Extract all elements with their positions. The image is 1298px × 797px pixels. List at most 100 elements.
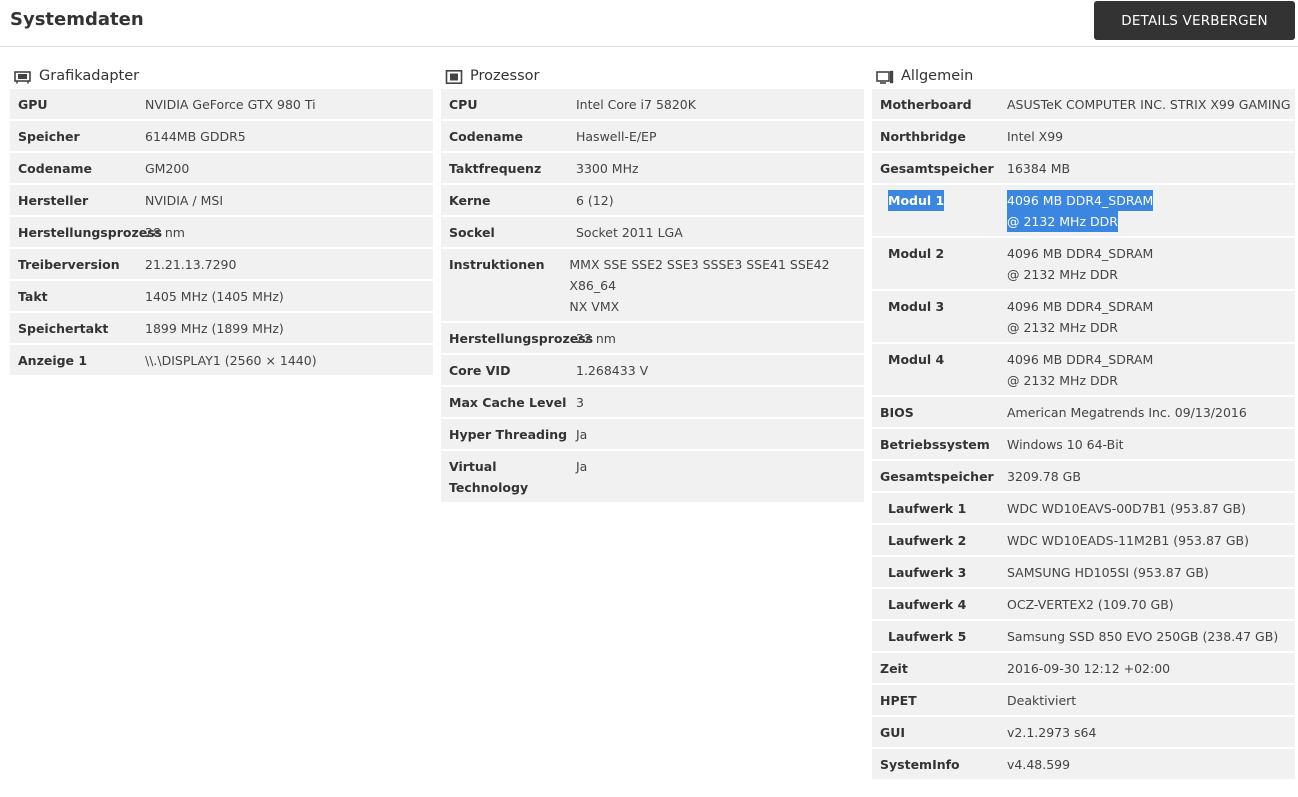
info-key-text: Takt bbox=[18, 289, 48, 304]
info-value: 3209.78 GB bbox=[1007, 461, 1081, 491]
info-row: Gesamtspeicher 3209.78 GB bbox=[872, 461, 1295, 493]
info-row: Codename GM200 bbox=[10, 153, 433, 185]
info-value-text: \\.\DISPLAY1 (2560 × 1440) bbox=[145, 353, 317, 368]
info-value-text: 4096 MB DDR4_SDRAM bbox=[1007, 246, 1154, 261]
info-key-text: Speichertakt bbox=[18, 321, 109, 336]
info-value-text: Intel X99 bbox=[1007, 129, 1064, 144]
info-key-text: Modul 1 bbox=[888, 190, 945, 211]
info-key: GPU bbox=[10, 89, 145, 119]
info-row: Virtual Technology Ja bbox=[441, 451, 864, 504]
hide-details-button[interactable]: DETAILS VERBERGEN bbox=[1094, 1, 1295, 40]
info-key: Taktfrequenz bbox=[441, 153, 576, 183]
info-key: Core VID bbox=[441, 355, 576, 385]
info-key: Hyper Threading bbox=[441, 419, 576, 449]
general-section-title: Allgemein bbox=[901, 68, 974, 84]
info-key: Treiberversion bbox=[10, 249, 145, 279]
info-value-text: GM200 bbox=[145, 161, 190, 176]
info-value: Ja bbox=[576, 451, 587, 502]
info-key: Max Cache Level bbox=[441, 387, 576, 417]
computer-icon bbox=[876, 69, 894, 84]
info-value-text: 22 nm bbox=[576, 331, 616, 346]
info-value: NVIDIA GeForce GTX 980 Ti bbox=[145, 89, 316, 119]
cpu-section-header: Prozessor bbox=[441, 64, 864, 88]
general-section: Allgemein Motherboard ASUSTeK COMPUTER IN… bbox=[872, 64, 1295, 781]
info-value: Ja bbox=[576, 419, 587, 449]
info-key-text: Modul 2 bbox=[888, 246, 945, 261]
info-key-text: Anzeige 1 bbox=[18, 353, 88, 368]
info-value-text: SAMSUNG HD105SI (953.87 GB) bbox=[1007, 565, 1209, 580]
info-row: Core VID 1.268433 V bbox=[441, 355, 864, 387]
info-row: Laufwerk 4 OCZ-VERTEX2 (109.70 GB) bbox=[872, 589, 1295, 621]
info-key-text: Virtual Technology bbox=[449, 459, 529, 495]
info-value-text-cont: @ 2132 MHz DDR bbox=[1007, 320, 1118, 335]
info-value: 16384 MB bbox=[1007, 153, 1070, 183]
info-key: Laufwerk 3 bbox=[872, 557, 1007, 587]
info-key-text: Treiberversion bbox=[18, 257, 120, 272]
info-value: American Megatrends Inc. 09/13/2016 bbox=[1007, 397, 1247, 427]
info-value: 2016-09-30 12:12 +02:00 bbox=[1007, 653, 1170, 683]
info-row: CPU Intel Core i7 5820K bbox=[441, 89, 864, 121]
info-row: Modul 2 4096 MB DDR4_SDRAM @ 2132 MHz DDR bbox=[872, 238, 1295, 291]
info-key-text: Hersteller bbox=[18, 193, 89, 208]
info-row: Hersteller NVIDIA / MSI bbox=[10, 185, 433, 217]
info-key-text: Modul 3 bbox=[888, 299, 945, 314]
info-value: \\.\DISPLAY1 (2560 × 1440) bbox=[145, 345, 317, 375]
info-value-text: 3209.78 GB bbox=[1007, 469, 1081, 484]
info-value-text: OCZ-VERTEX2 (109.70 GB) bbox=[1007, 597, 1174, 612]
info-row: Kerne 6 (12) bbox=[441, 185, 864, 217]
info-value-text: 4096 MB DDR4_SDRAM bbox=[1007, 190, 1154, 211]
info-key: Sockel bbox=[441, 217, 576, 247]
info-key-text: Laufwerk 5 bbox=[888, 629, 967, 644]
info-value-text: 1.268433 V bbox=[576, 363, 649, 378]
info-value-text-cont: @ 2132 MHz DDR bbox=[1007, 267, 1118, 282]
info-row: Speicher 6144MB GDDR5 bbox=[10, 121, 433, 153]
info-key: Northbridge bbox=[872, 121, 1007, 151]
info-key-text: Motherboard bbox=[880, 97, 972, 112]
info-row: GPU NVIDIA GeForce GTX 980 Ti bbox=[10, 89, 433, 121]
info-value-text: MMX SSE SSE2 SSE3 SSSE3 SSE41 SSE42 X86_… bbox=[569, 257, 830, 293]
info-key: Gesamtspeicher bbox=[872, 461, 1007, 491]
info-value: 1405 MHz (1405 MHz) bbox=[145, 281, 284, 311]
info-key: Instruktionen bbox=[441, 249, 569, 321]
info-value: ASUSTeK COMPUTER INC. STRIX X99 GAMING bbox=[1007, 89, 1291, 119]
info-value-text: v2.1.2973 s64 bbox=[1007, 725, 1097, 740]
info-value-text: Ja bbox=[576, 427, 588, 442]
info-value: 22 nm bbox=[576, 323, 616, 353]
info-value: 4096 MB DDR4_SDRAM @ 2132 MHz DDR bbox=[1007, 344, 1153, 395]
info-value-text: 4096 MB DDR4_SDRAM bbox=[1007, 352, 1154, 367]
info-value-text-cont: NX VMX bbox=[569, 299, 620, 314]
info-value-text: 4096 MB DDR4_SDRAM bbox=[1007, 299, 1154, 314]
info-value: 1899 MHz (1899 MHz) bbox=[145, 313, 284, 343]
info-key-text: Northbridge bbox=[880, 129, 966, 144]
info-value: Intel X99 bbox=[1007, 121, 1063, 151]
top-bar: Systemdaten DETAILS VERBERGEN bbox=[0, 0, 1298, 47]
info-key-text: Sockel bbox=[449, 225, 495, 240]
info-value: OCZ-VERTEX2 (109.70 GB) bbox=[1007, 589, 1174, 619]
info-value-text: Intel Core i7 5820K bbox=[576, 97, 696, 112]
info-row: BIOS American Megatrends Inc. 09/13/2016 bbox=[872, 397, 1295, 429]
info-row: Modul 3 4096 MB DDR4_SDRAM @ 2132 MHz DDR bbox=[872, 291, 1295, 344]
info-key: Laufwerk 5 bbox=[872, 621, 1007, 651]
info-value: 4096 MB DDR4_SDRAM @ 2132 MHz DDR bbox=[1007, 238, 1153, 289]
info-key-text: Betriebssystem bbox=[880, 437, 990, 452]
info-key-text: Herstellungsproze bbox=[18, 225, 148, 240]
info-value: 3 bbox=[576, 387, 584, 417]
info-key: Herstellungsprozess bbox=[10, 217, 162, 247]
info-key-text: Codename bbox=[449, 129, 524, 144]
info-value-text: 3 bbox=[576, 395, 584, 410]
info-value-text: Deaktiviert bbox=[1007, 693, 1077, 708]
info-row: Betriebssystem Windows 10 64-Bit bbox=[872, 429, 1295, 461]
info-key-text: Gesamtspeicher bbox=[880, 161, 994, 176]
info-key: Takt bbox=[10, 281, 145, 311]
info-key-text: Modul 4 bbox=[888, 352, 945, 367]
info-key-text: Laufwerk 4 bbox=[888, 597, 967, 612]
info-row: Sockel Socket 2011 LGA bbox=[441, 217, 864, 249]
info-key: GUI bbox=[872, 717, 1007, 747]
info-key-text: GUI bbox=[880, 725, 906, 740]
info-value-text: 1899 MHz (1899 MHz) bbox=[145, 321, 284, 336]
info-key: Herstellungsprozess bbox=[441, 323, 593, 353]
info-value-text: Windows 10 64-Bit bbox=[1007, 437, 1124, 452]
info-value-text: 16384 MB bbox=[1007, 161, 1071, 176]
info-value-text: WDC WD10EADS-11M2B1 (953.87 GB) bbox=[1007, 533, 1249, 548]
info-value: 3300 MHz bbox=[576, 153, 639, 183]
